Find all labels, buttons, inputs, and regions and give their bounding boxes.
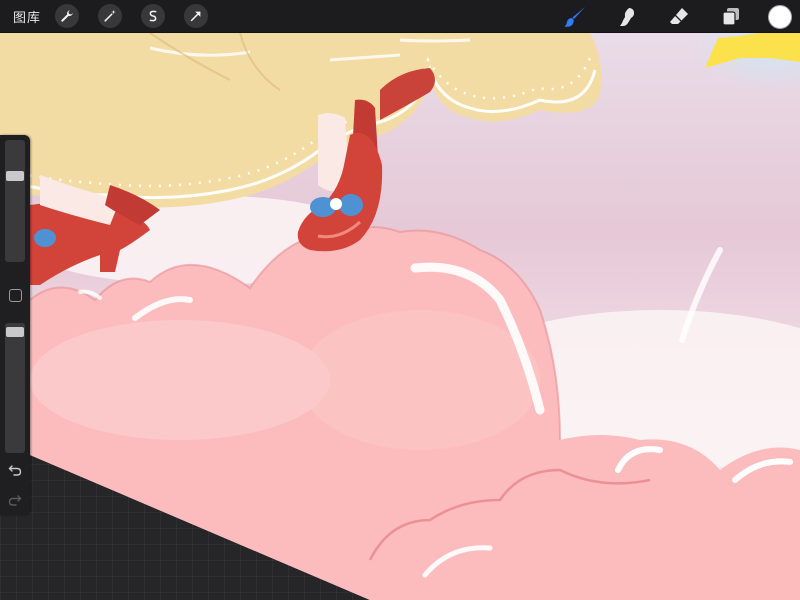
artwork (0, 33, 800, 600)
adjustments-button[interactable] (98, 4, 123, 28)
brush-tool-button[interactable] (562, 4, 588, 30)
layers-button[interactable] (718, 4, 744, 30)
artwork-canvas[interactable] (0, 0, 800, 600)
layers-icon (722, 8, 739, 26)
left-sidebar (0, 135, 30, 515)
brush-icon (564, 7, 585, 27)
top-toolbar: 图库 (0, 0, 800, 33)
actions-button[interactable] (55, 4, 80, 28)
modify-button[interactable] (9, 289, 22, 302)
undo-icon (8, 465, 22, 476)
brush-size-slider[interactable] (5, 140, 25, 262)
brush-size-handle[interactable] (6, 171, 24, 181)
redo-button[interactable] (6, 491, 24, 509)
wrench-icon (61, 10, 73, 22)
eraser-icon (670, 8, 688, 24)
smudge-tool-button[interactable] (614, 4, 640, 30)
transform-arrow-icon (190, 11, 201, 22)
color-picker-button[interactable] (768, 5, 792, 29)
selection-button[interactable] (141, 4, 166, 28)
redo-icon (8, 495, 22, 506)
opacity-slider[interactable] (5, 323, 25, 453)
smudge-icon (620, 8, 635, 26)
right-tool-group (536, 4, 792, 30)
selection-icon (149, 10, 157, 22)
opacity-handle[interactable] (6, 327, 24, 337)
gallery-button[interactable]: 图库 (13, 7, 41, 26)
magic-wand-icon (104, 9, 116, 22)
transform-button[interactable] (184, 4, 209, 28)
eraser-tool-button[interactable] (666, 4, 692, 30)
undo-button[interactable] (6, 461, 24, 479)
